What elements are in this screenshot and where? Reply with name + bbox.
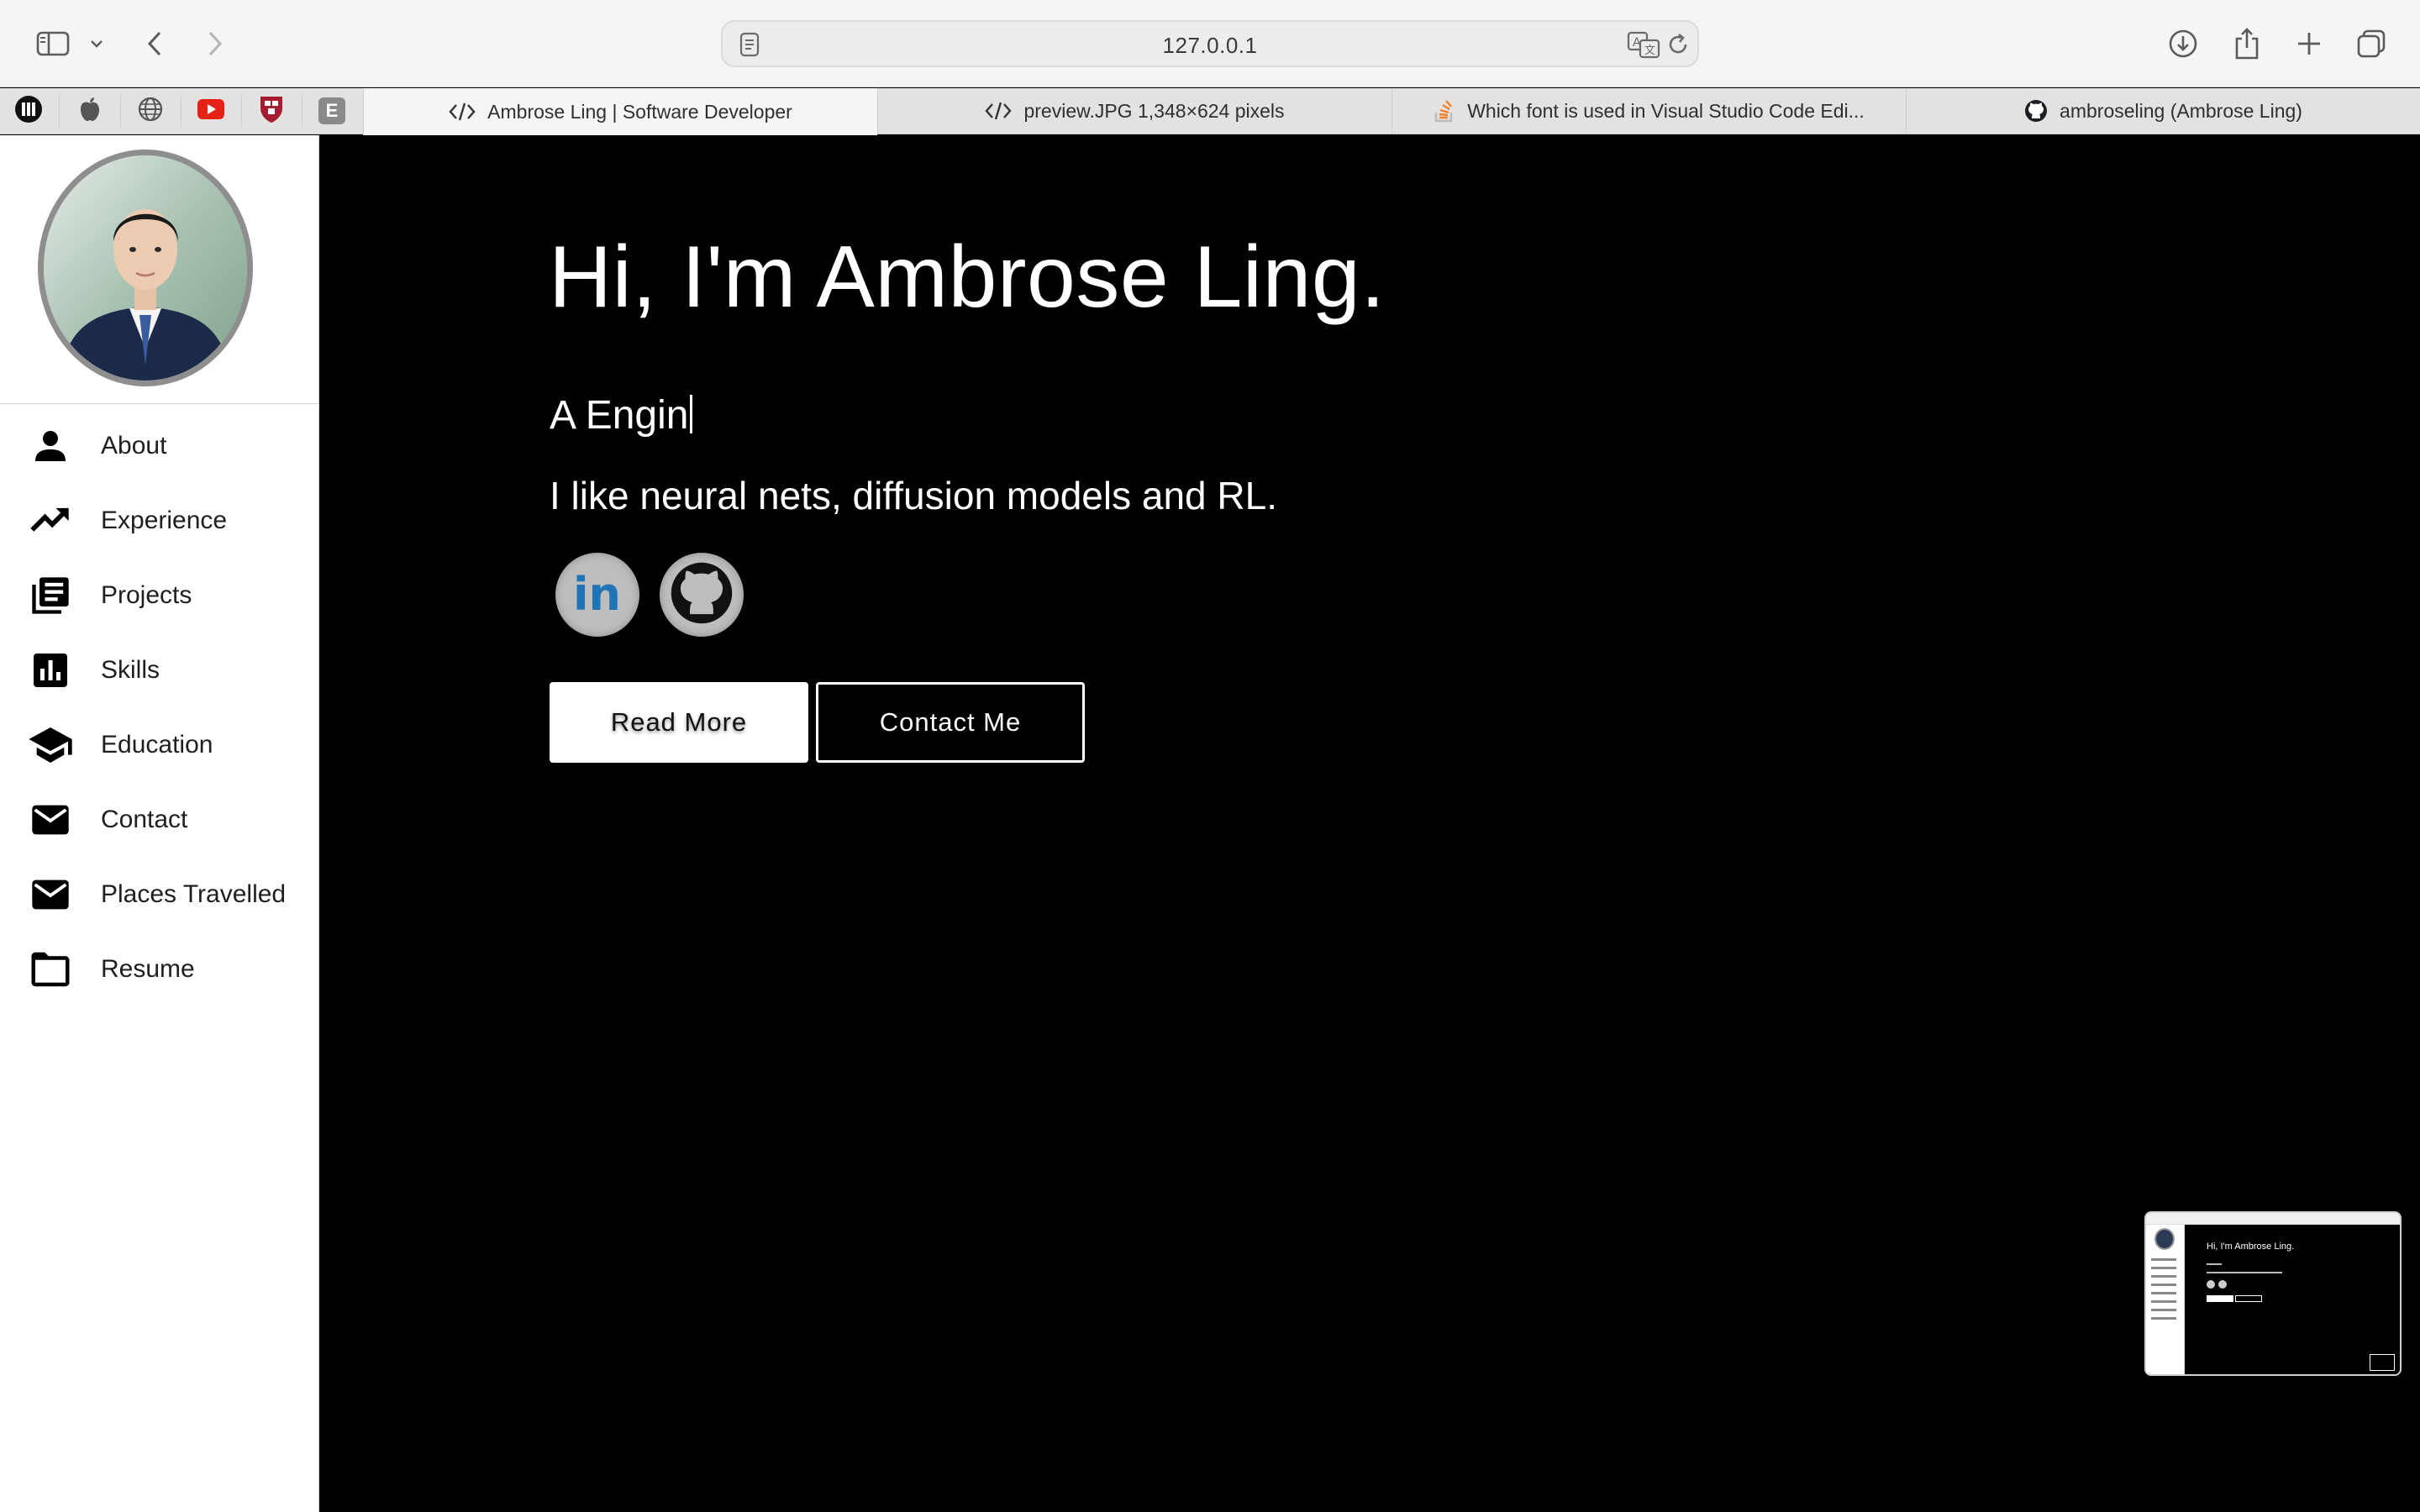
url-text: 127.0.0.1 (1162, 33, 1258, 58)
svg-text:in: in (573, 570, 621, 617)
tab-portfolio[interactable]: Ambrose Ling | Software Developer (363, 88, 877, 135)
sidebar: About Experience Projects Skills Educati… (0, 135, 319, 1512)
typed-text: A Engin (550, 393, 689, 438)
youtube-icon (197, 98, 225, 124)
sidebar-toggle-icon[interactable] (32, 18, 74, 69)
nav-label: Skills (101, 656, 160, 684)
share-icon[interactable] (2228, 18, 2265, 69)
nav-item-contact[interactable]: Contact (0, 786, 319, 853)
nav-label: Education (101, 731, 213, 759)
page-title: Hi, I'm Ambrose Ling. (549, 228, 1386, 326)
github-icon (669, 560, 734, 630)
tab-github[interactable]: ambroseling (Ambrose Ling) (1906, 88, 2420, 134)
nav-item-skills[interactable]: Skills (0, 637, 319, 704)
trending-up-icon (27, 497, 74, 544)
thumbnail-main: Hi, I'm Ambrose Ling. (2185, 1225, 2400, 1374)
nav-label: Experience (101, 507, 228, 534)
thumbnail-avatar (2154, 1228, 2175, 1250)
thumbnail-toolbar (2146, 1213, 2400, 1225)
bars-logo-icon (14, 95, 43, 128)
translate-icon[interactable]: A文 (1627, 30, 1660, 63)
github-icon (2024, 99, 2048, 123)
nav-label: Contact (101, 806, 188, 833)
thumbnail-sidebar (2146, 1225, 2185, 1374)
shield-crest-icon (259, 95, 284, 128)
tab-preview[interactable]: preview.JPG 1,348×624 pixels (877, 88, 1392, 134)
library-books-icon (27, 572, 74, 619)
address-bar[interactable]: 127.0.0.1 A文 (721, 20, 1699, 67)
tab-bar: E Ambrose Ling | Software Developer prev… (0, 88, 2420, 135)
tab-title: Which font is used in Visual Studio Code… (1467, 99, 1865, 122)
nav-item-places-travelled[interactable]: Places Travelled (0, 861, 319, 928)
thumbnail-title: Hi, I'm Ambrose Ling. (2207, 1242, 2295, 1252)
tab-title: ambroseling (Ambrose Ling) (2060, 99, 2302, 122)
nav-label: Places Travelled (101, 880, 287, 908)
contact-me-button[interactable]: Contact Me (816, 682, 1085, 763)
hero-section: Hi, I'm Ambrose Ling. A Engin I like neu… (320, 135, 2420, 1512)
tagline: I like neural nets, diffusion models and… (550, 474, 1277, 517)
forward-arrow-icon[interactable] (198, 18, 232, 69)
nav-item-projects[interactable]: Projects (0, 562, 319, 629)
download-icon[interactable] (2165, 18, 2202, 69)
mail-icon (27, 871, 74, 918)
chevron-down-icon[interactable] (86, 18, 108, 69)
stackoverflow-icon (1434, 99, 1455, 123)
code-icon (449, 102, 476, 122)
apple-icon (78, 96, 102, 127)
profile-header (0, 135, 319, 404)
read-more-button[interactable]: Read More (550, 682, 808, 763)
new-tab-plus-icon[interactable] (2291, 18, 2328, 69)
pinned-tab-youtube[interactable] (196, 88, 226, 134)
tab-title: preview.JPG 1,348×624 pixels (1023, 99, 1285, 122)
screenshot-thumbnail[interactable]: Hi, I'm Ambrose Ling. (2144, 1211, 2402, 1376)
pinned-tab-1[interactable] (13, 88, 44, 134)
typed-subtitle: A Engin (550, 392, 693, 438)
pinned-tab-harvard[interactable] (256, 88, 287, 134)
back-arrow-icon[interactable] (138, 18, 171, 69)
tab-title: Ambrose Ling | Software Developer (487, 100, 792, 123)
tab-stackoverflow[interactable]: Which font is used in Visual Studio Code… (1392, 88, 1906, 134)
graduation-cap-icon (27, 722, 74, 769)
nav-item-experience[interactable]: Experience (0, 487, 319, 554)
person-icon (27, 423, 74, 470)
nav-item-about[interactable]: About (0, 412, 319, 480)
nav-item-education[interactable]: Education (0, 711, 319, 779)
nav-label: Projects (101, 581, 192, 609)
mail-icon (27, 796, 74, 843)
bar-chart-icon (27, 647, 74, 694)
e-letter-icon: E (318, 97, 345, 124)
svg-text:文: 文 (1644, 45, 1655, 57)
reload-icon[interactable] (1665, 32, 1691, 61)
typing-cursor (690, 395, 693, 433)
folder-icon (27, 946, 74, 993)
nav-label: Resume (101, 955, 195, 983)
avatar (38, 150, 253, 386)
pinned-tab-e[interactable]: E (317, 88, 347, 134)
nav-item-resume[interactable]: Resume (0, 936, 319, 1003)
pinned-tab-apple[interactable] (75, 88, 105, 134)
nav-label: About (101, 432, 167, 459)
linkedin-button[interactable]: in (555, 553, 639, 637)
globe-icon (137, 96, 164, 127)
code-icon (985, 101, 1013, 121)
linkedin-icon: in (570, 568, 625, 621)
pinned-tab-globe[interactable] (135, 88, 166, 134)
github-button[interactable] (660, 553, 744, 637)
browser-toolbar: 127.0.0.1 A文 (0, 0, 2420, 87)
tab-overview-icon[interactable] (2353, 18, 2390, 69)
